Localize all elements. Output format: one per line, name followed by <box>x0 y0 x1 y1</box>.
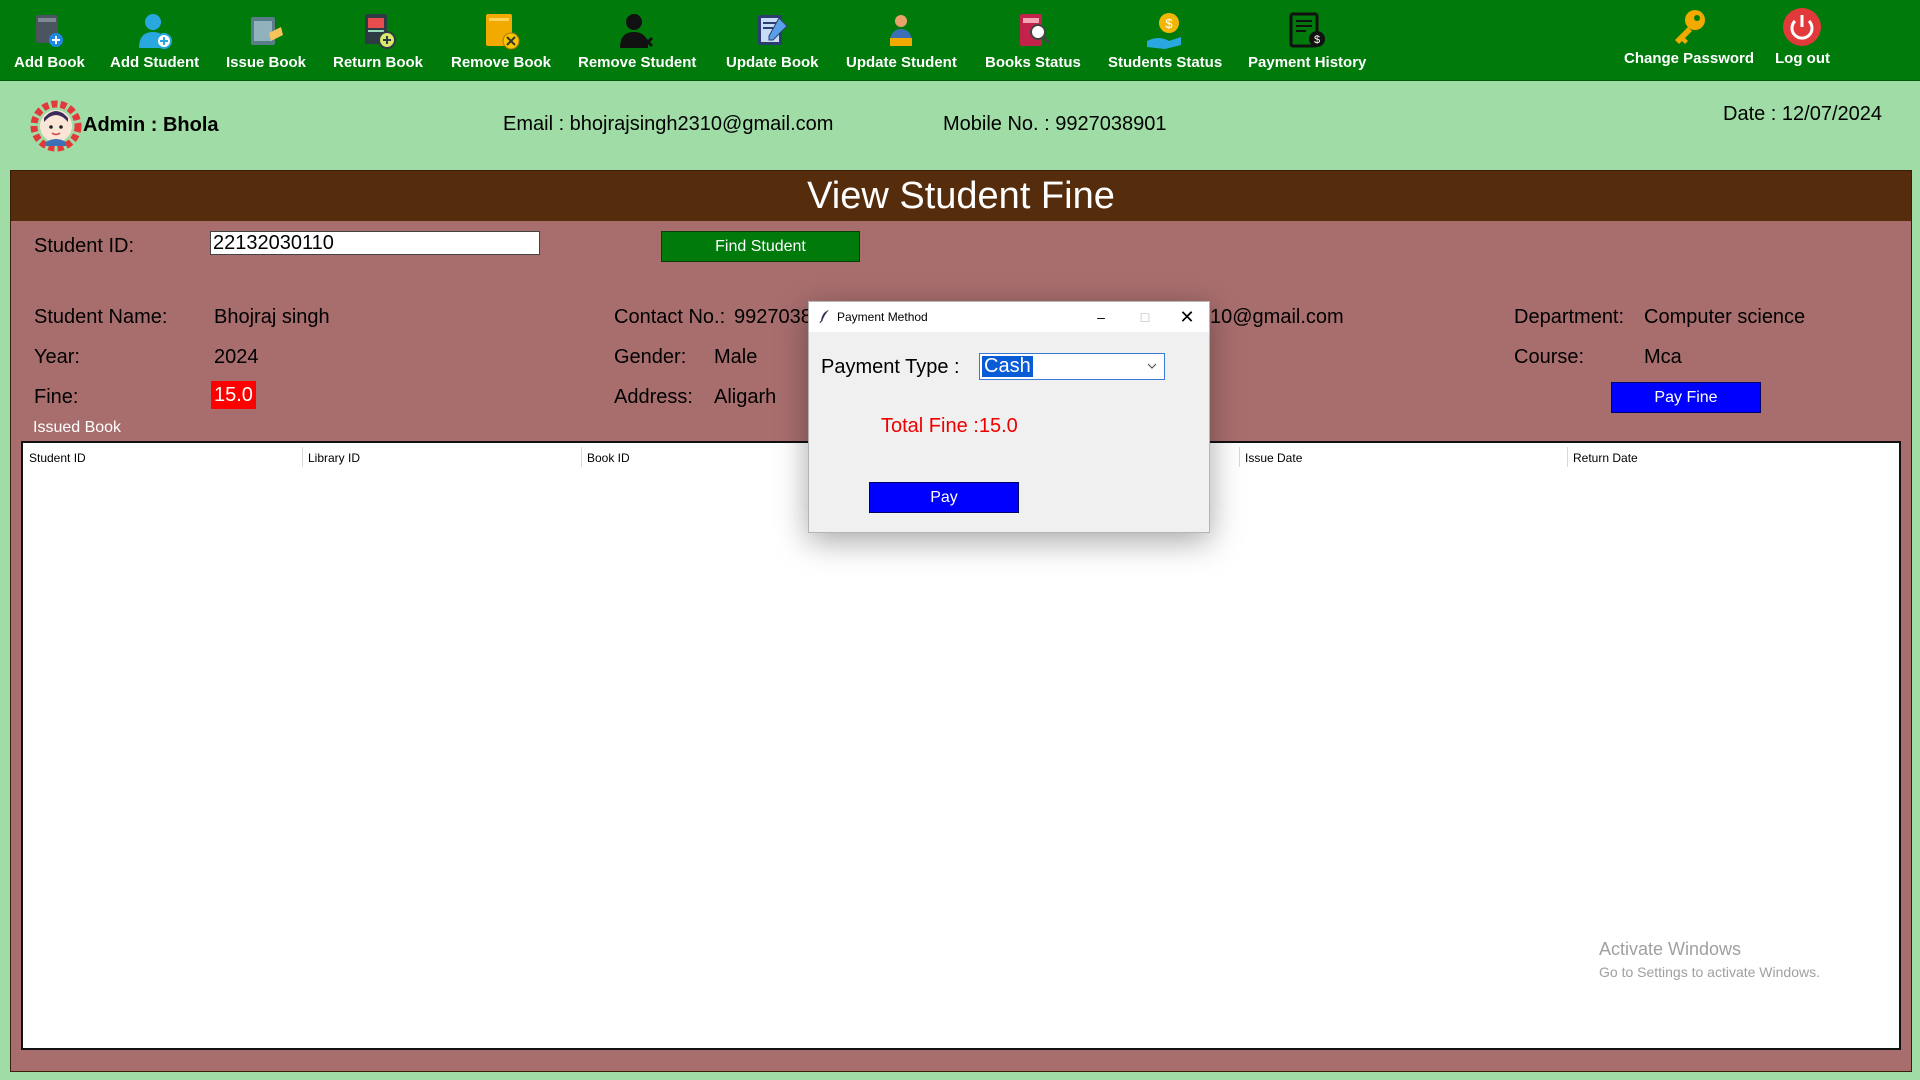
page-title: View Student Fine <box>807 174 1115 217</box>
toolbar-label: Remove Student <box>578 54 697 71</box>
toolbar-label: Issue Book <box>226 54 307 71</box>
toolbar-label: Add Book <box>14 54 85 71</box>
toolbar-label: Remove Book <box>451 54 552 71</box>
student-name-label: Student Name: <box>34 306 168 328</box>
close-icon[interactable]: ✕ <box>1165 302 1209 332</box>
admin-email: Email : bhojrajsingh2310@gmail.com <box>503 113 834 135</box>
column-header-return-date[interactable]: Return Date <box>1573 451 1638 465</box>
svg-text:$: $ <box>1314 34 1320 46</box>
year-label: Year: <box>34 346 80 368</box>
update-book-icon <box>751 10 793 52</box>
department-label: Department: <box>1514 306 1625 328</box>
top-toolbar: Add Book Add Student Issue Book Return B… <box>0 0 1920 81</box>
payment-type-selected-value: Cash <box>982 355 1033 377</box>
payment-method-dialog: Payment Method – □ ✕ Payment Type : Cash… <box>808 301 1210 533</box>
toolbar-add-student[interactable]: Add Student <box>110 10 199 71</box>
toolbar-add-book[interactable]: Add Book <box>14 10 85 71</box>
pay-button[interactable]: Pay <box>869 482 1019 513</box>
toolbar-update-student[interactable]: Update Student <box>846 10 957 71</box>
column-separator <box>1567 447 1568 467</box>
svg-text:$: $ <box>1165 16 1173 31</box>
minimize-icon[interactable]: – <box>1079 302 1123 332</box>
gender-label: Gender: <box>614 346 687 368</box>
admin-mobile: Mobile No. : 9927038901 <box>943 113 1167 135</box>
activate-windows-subtitle: Go to Settings to activate Windows. <box>1599 964 1820 980</box>
toolbar-label: Update Student <box>846 54 957 71</box>
column-header-student-id[interactable]: Student ID <box>29 451 86 465</box>
total-fine-text: Total Fine :15.0 <box>881 415 1018 437</box>
payment-type-label: Payment Type : <box>821 356 960 378</box>
feather-icon <box>819 309 831 324</box>
column-separator <box>1239 447 1240 467</box>
student-id-label: Student ID: <box>34 235 135 257</box>
dialog-title: Payment Method <box>837 310 928 324</box>
update-student-icon <box>880 10 922 52</box>
year-value: 2024 <box>214 346 259 368</box>
key-icon <box>1668 6 1710 48</box>
toolbar-log-out[interactable]: Log out <box>1775 6 1830 67</box>
column-header-library-id[interactable]: Library ID <box>308 451 360 465</box>
course-label: Course: <box>1514 346 1585 368</box>
student-name-value: Bhojraj singh <box>214 306 330 328</box>
fine-label: Fine: <box>34 386 79 408</box>
toolbar-return-book[interactable]: Return Book <box>333 10 423 71</box>
student-email-value: 10@gmail.com <box>1210 306 1344 328</box>
remove-student-icon <box>616 10 658 52</box>
column-header-book-id[interactable]: Book ID <box>587 451 630 465</box>
pay-fine-button[interactable]: Pay Fine <box>1611 382 1761 413</box>
dialog-titlebar[interactable]: Payment Method – □ ✕ <box>809 302 1209 332</box>
activate-windows-title: Activate Windows <box>1599 939 1742 959</box>
issue-book-icon <box>245 10 287 52</box>
contact-label: Contact No.: <box>614 306 726 328</box>
payment-type-select[interactable]: Cash <box>979 353 1165 380</box>
toolbar-label: Change Password <box>1624 50 1755 67</box>
remove-book-icon <box>480 10 522 52</box>
panel-header: View Student Fine <box>11 171 1911 221</box>
address-value: Aligarh <box>714 386 777 408</box>
toolbar-label: Add Student <box>110 54 200 71</box>
students-status-icon: $ <box>1144 10 1186 52</box>
toolbar-remove-book[interactable]: Remove Book <box>451 10 551 71</box>
toolbar-issue-book[interactable]: Issue Book <box>226 10 306 71</box>
toolbar-payment-history[interactable]: $ Payment History <box>1248 10 1366 71</box>
admin-avatar-icon <box>30 100 82 152</box>
toolbar-label: Books Status <box>985 54 1081 71</box>
toolbar-update-book[interactable]: Update Book <box>726 10 819 71</box>
toolbar-change-password[interactable]: Change Password <box>1624 6 1754 67</box>
column-header-issue-date[interactable]: Issue Date <box>1245 451 1302 465</box>
find-student-button[interactable]: Find Student <box>661 231 860 262</box>
student-id-input[interactable]: 22132030110 <box>210 231 540 255</box>
admin-name: Admin : Bhola <box>83 114 219 136</box>
gender-value: Male <box>714 346 758 368</box>
contact-value: 9927038 <box>734 306 812 328</box>
address-label: Address: <box>614 386 693 408</box>
current-date: Date : 12/07/2024 <box>1723 103 1883 125</box>
column-separator <box>581 447 582 467</box>
column-separator <box>302 447 303 467</box>
toolbar-label: Students Status <box>1108 54 1223 71</box>
toolbar-students-status[interactable]: $ Students Status <box>1108 10 1222 71</box>
toolbar-books-status[interactable]: Books Status <box>985 10 1081 71</box>
return-book-icon <box>357 10 399 52</box>
department-value: Computer science <box>1644 306 1806 328</box>
maximize-icon: □ <box>1140 309 1150 325</box>
issued-book-label: Issued Book <box>33 419 122 436</box>
fine-value-badge: 15.0 <box>211 381 256 409</box>
toolbar-label: Log out <box>1775 50 1830 67</box>
toolbar-label: Payment History <box>1248 54 1367 71</box>
course-value: Mca <box>1644 346 1682 368</box>
payment-history-icon: $ <box>1286 10 1328 52</box>
chevron-down-icon[interactable] <box>1146 358 1158 374</box>
add-student-icon <box>134 10 176 52</box>
power-icon <box>1781 6 1823 48</box>
toolbar-label: Return Book <box>333 54 423 71</box>
toolbar-label: Update Book <box>726 54 819 71</box>
books-status-icon <box>1012 10 1054 52</box>
toolbar-remove-student[interactable]: Remove Student <box>578 10 696 71</box>
add-book-icon <box>28 10 70 52</box>
